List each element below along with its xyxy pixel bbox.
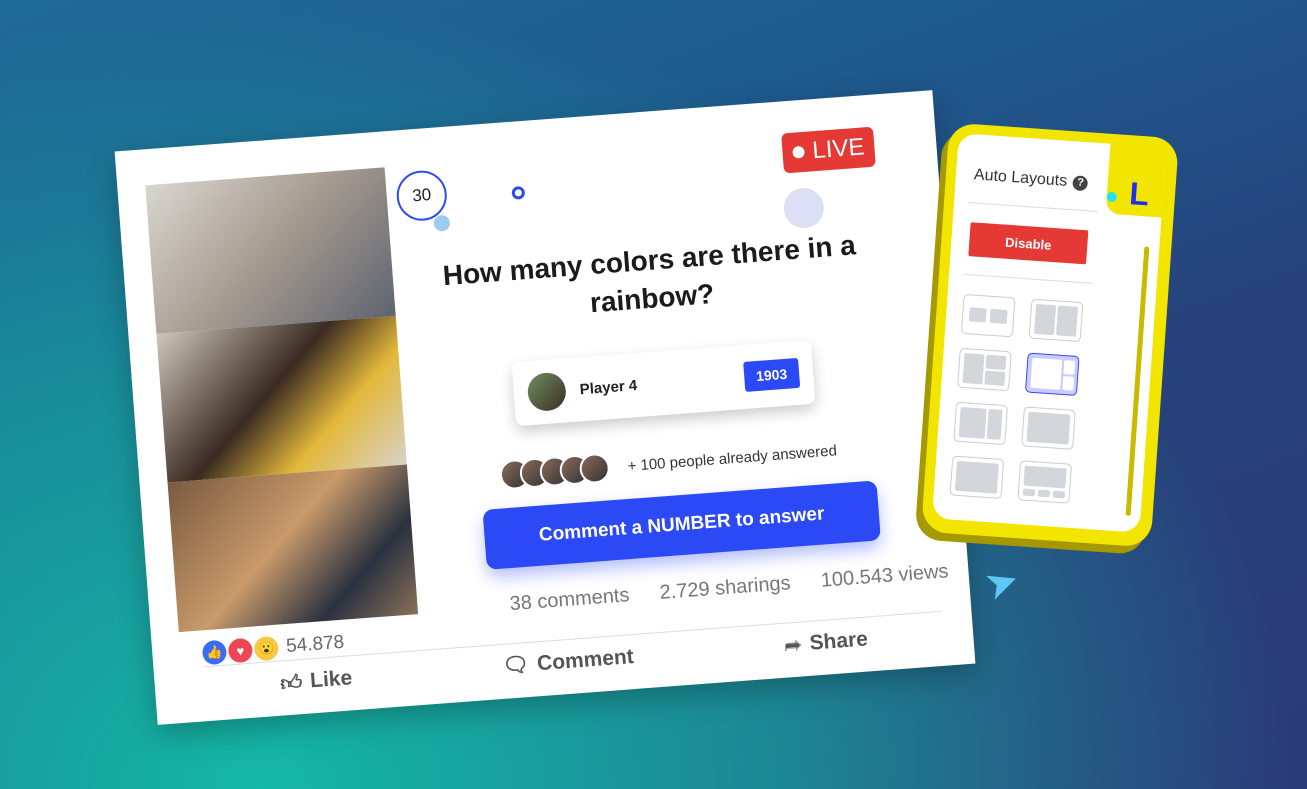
like-label: Like xyxy=(309,666,353,693)
answered-text: + 100 people already answered xyxy=(626,441,838,475)
participant-video xyxy=(156,316,407,483)
thumbs-up-icon: 👍︎ xyxy=(279,671,304,696)
panel-screen: L Auto Layouts? Disable xyxy=(931,133,1167,533)
divider xyxy=(968,201,1098,213)
live-label: LIVE xyxy=(811,133,866,165)
participant-video xyxy=(145,167,396,335)
app-logo: L xyxy=(1128,175,1151,213)
layout-option-two-small[interactable] xyxy=(960,293,1016,338)
decor-dot xyxy=(433,214,451,232)
layout-option-one-plus-two[interactable] xyxy=(957,347,1012,392)
reaction-count: 54.878 xyxy=(285,631,345,658)
auto-layouts-panel: L Auto Layouts? Disable xyxy=(920,122,1180,548)
live-badge: LIVE xyxy=(781,126,876,174)
views-count: 100.543 views xyxy=(820,560,950,592)
avatar-stack xyxy=(498,452,611,491)
video-feeds xyxy=(145,167,419,632)
like-reaction-icon: 👍 xyxy=(201,639,228,666)
layout-option-pip-left[interactable] xyxy=(949,455,1005,500)
comment-answer-button[interactable]: Comment a NUMBER to answer xyxy=(482,480,881,570)
comments-count[interactable]: 38 comments xyxy=(509,584,630,616)
love-reaction-icon: ♥ xyxy=(227,637,254,664)
layout-option-pip-right[interactable] xyxy=(1021,406,1076,450)
layout-option-split[interactable] xyxy=(1028,298,1084,343)
share-label: Share xyxy=(808,627,869,655)
decor-dot xyxy=(782,186,826,230)
comment-button[interactable]: 🗨︎ Comment xyxy=(502,644,635,680)
divider xyxy=(962,273,1093,284)
layout-option-wide-narrow[interactable] xyxy=(953,401,1008,446)
live-quiz-post: 30 LIVE How many colors are there in a r… xyxy=(114,90,976,725)
disable-button[interactable]: Disable xyxy=(968,222,1089,265)
post-stats: 38 comments 2.729 sharings 100.543 views xyxy=(509,560,949,616)
avatar xyxy=(526,371,568,413)
answered-summary: + 100 people already answered xyxy=(498,435,838,491)
layout-option-bottom-strip[interactable] xyxy=(1017,460,1073,504)
help-icon[interactable]: ? xyxy=(1072,174,1089,191)
player-card: Player 4 1903 xyxy=(511,339,816,427)
panel-title-text: Auto Layouts xyxy=(973,166,1068,190)
player-name: Player 4 xyxy=(579,376,638,398)
player-score: 1903 xyxy=(742,357,801,392)
comment-label: Comment xyxy=(536,645,635,676)
share-arrow-icon: ➦ xyxy=(783,632,803,658)
panel-title: Auto Layouts? xyxy=(973,166,1089,192)
layout-option-main-sidebar-selected[interactable] xyxy=(1024,352,1080,397)
participant-video xyxy=(167,464,419,632)
scrollbar[interactable] xyxy=(1125,246,1150,517)
question-text: How many colors are there in a rainbow? xyxy=(441,229,857,319)
like-button[interactable]: 👍︎ Like xyxy=(279,665,353,696)
decor-dot xyxy=(511,185,526,200)
sharings-count: 2.729 sharings xyxy=(658,572,792,604)
wow-reaction-icon: 😮 xyxy=(253,635,280,662)
record-icon xyxy=(792,145,805,159)
share-button[interactable]: ➦ Share xyxy=(783,626,869,658)
comment-bubble-icon: 🗨︎ xyxy=(501,652,530,678)
layout-grid xyxy=(949,293,1084,504)
